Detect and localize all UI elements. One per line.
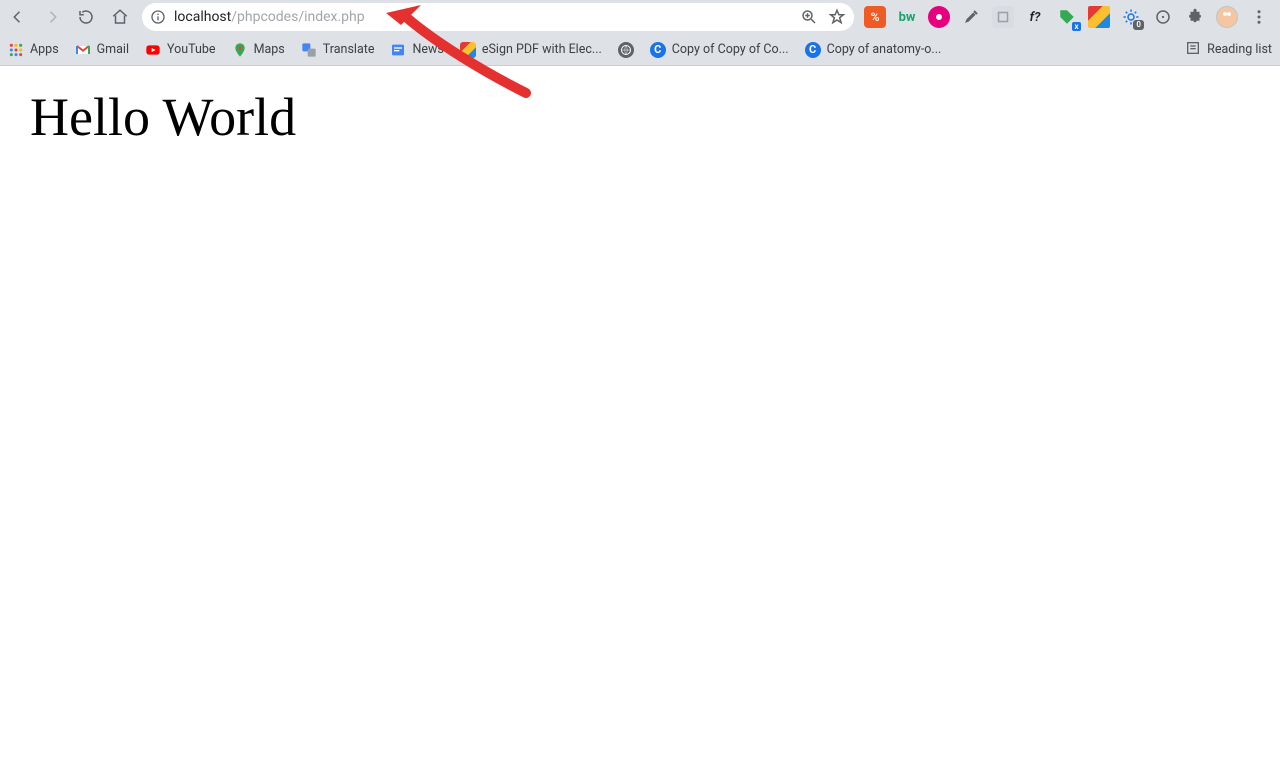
bookmark-youtube[interactable]: YouTube — [145, 42, 216, 58]
page-heading: Hello World — [30, 86, 1250, 148]
url-path: /phpcodes/index.php — [231, 9, 364, 25]
extensions-puzzle-icon[interactable] — [1184, 6, 1206, 28]
zoom-icon[interactable] — [800, 8, 818, 26]
omnibox-actions — [800, 8, 846, 26]
apps-grid-icon — [8, 42, 24, 58]
bookmark-copy1[interactable]: C Copy of Copy of Co... — [650, 42, 789, 58]
home-icon — [111, 8, 129, 26]
translate-icon — [301, 42, 317, 58]
bookmark-label: Maps — [254, 42, 285, 57]
extension-icon-2[interactable]: bw — [896, 6, 918, 28]
extension-whatfont-icon[interactable]: f? — [1024, 6, 1046, 28]
bookmark-label: eSign PDF with Elec... — [482, 42, 602, 57]
doc-c-icon: C — [805, 42, 821, 58]
bookmark-label: Apps — [30, 42, 59, 57]
bookmark-globe[interactable] — [618, 42, 634, 58]
forward-button[interactable] — [38, 3, 66, 31]
arrow-right-icon — [43, 8, 61, 26]
esign-icon — [460, 42, 476, 58]
address-bar[interactable]: localhost/phpcodes/index.php — [142, 3, 854, 31]
bookmark-apps[interactable]: Apps — [8, 42, 59, 58]
extension-icon-1[interactable]: % — [864, 6, 886, 28]
bookmark-label: Copy of anatomy-o... — [827, 42, 942, 57]
bookmark-label: Copy of Copy of Co... — [672, 42, 789, 57]
extension-gear-icon[interactable] — [1120, 6, 1142, 28]
extension-icon-3[interactable] — [928, 6, 950, 28]
reading-list-label: Reading list — [1207, 42, 1272, 57]
home-button[interactable] — [106, 3, 134, 31]
gmail-icon — [75, 42, 91, 58]
doc-c-icon: C — [650, 42, 666, 58]
reload-icon — [77, 8, 95, 26]
site-info-icon[interactable] — [150, 9, 166, 25]
globe-icon — [618, 42, 634, 58]
extension-icon-4[interactable] — [992, 6, 1014, 28]
news-icon — [390, 42, 406, 58]
bookmark-label: Gmail — [97, 42, 129, 57]
extension-colorblock-icon[interactable] — [1088, 6, 1110, 28]
extensions-area: % bw f? — [860, 6, 1274, 28]
bookmark-maps[interactable]: Maps — [232, 42, 285, 58]
page-content: Hello World — [0, 66, 1280, 764]
bookmark-gmail[interactable]: Gmail — [75, 42, 129, 58]
profile-avatar[interactable] — [1216, 6, 1238, 28]
bookmark-star-icon[interactable] — [828, 8, 846, 26]
back-button[interactable] — [4, 3, 32, 31]
url-text: localhost/phpcodes/index.php — [174, 3, 792, 31]
bookmark-label: News — [412, 42, 443, 57]
arrow-left-icon — [9, 8, 27, 26]
bookmark-esign[interactable]: eSign PDF with Elec... — [460, 42, 602, 58]
bookmark-translate[interactable]: Translate — [301, 42, 375, 58]
extension-tag-icon[interactable] — [1056, 6, 1078, 28]
extension-eyedropper-icon[interactable] — [960, 6, 982, 28]
reading-list-icon — [1185, 40, 1201, 60]
bookmark-label: Translate — [323, 42, 375, 57]
bookmark-news[interactable]: News — [390, 42, 443, 58]
url-host: localhost — [174, 9, 231, 25]
extension-circle-icon[interactable] — [1152, 6, 1174, 28]
bookmarks-bar: Apps Gmail YouTube Maps Translate News e… — [0, 34, 1280, 66]
youtube-icon — [145, 42, 161, 58]
reading-list-button[interactable]: Reading list — [1185, 40, 1272, 60]
bookmark-copy2[interactable]: C Copy of anatomy-o... — [805, 42, 942, 58]
chrome-menu-icon[interactable] — [1248, 6, 1270, 28]
maps-icon — [232, 42, 248, 58]
bookmark-label: YouTube — [167, 42, 216, 57]
reload-button[interactable] — [72, 3, 100, 31]
browser-toolbar: localhost/phpcodes/index.php % bw f? — [0, 0, 1280, 34]
